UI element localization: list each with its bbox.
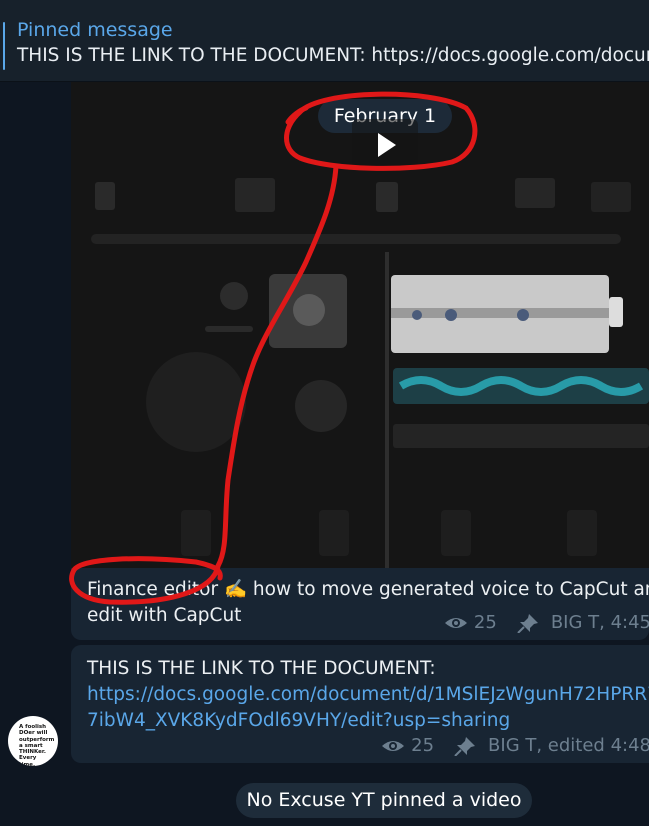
- author-time: BIG T, edited 4:48: [488, 735, 649, 756]
- pinned-title: Pinned message: [17, 19, 173, 41]
- video-message-meta: 25 BIG T, 4:45: [444, 612, 649, 633]
- document-link-line-1[interactable]: https://docs.google.com/document/d/1MSlE…: [87, 682, 649, 708]
- views-eye-icon: [444, 617, 467, 628]
- document-link-line-2[interactable]: 7ibW4_XVK8KydFOdl69VHY/edit?usp=sharing: [87, 708, 649, 734]
- pinned-message-bar[interactable]: Pinned message THIS IS THE LINK TO THE D…: [0, 0, 649, 82]
- pin-icon: [454, 736, 476, 756]
- caption-line-1: Finance editor ✍️ how to move generated …: [87, 579, 649, 600]
- link-message[interactable]: THIS IS THE LINK TO THE DOCUMENT: https:…: [71, 645, 649, 763]
- channel-avatar[interactable]: A foolish DOer will outperform a smart T…: [8, 716, 58, 766]
- author-time: BIG T, 4:45: [550, 612, 649, 633]
- link-message-text: THIS IS THE LINK TO THE DOCUMENT: https:…: [87, 656, 649, 734]
- avatar-quote: A foolish DOer will outperform a smart T…: [19, 724, 55, 766]
- pinned-text: THIS IS THE LINK TO THE DOCUMENT: https:…: [17, 45, 649, 66]
- views-eye-icon: [382, 740, 405, 751]
- service-message: No Excuse YT pinned a video: [236, 783, 532, 818]
- play-icon[interactable]: [352, 119, 418, 167]
- views-count: 25: [473, 612, 497, 633]
- link-message-meta: 25 BIG T, edited 4:48: [381, 735, 649, 756]
- views-count: 25: [411, 735, 435, 756]
- pin-icon: [517, 613, 538, 633]
- pinned-accent-line: [3, 22, 5, 70]
- link-message-line-1: THIS IS THE LINK TO THE DOCUMENT:: [87, 658, 436, 679]
